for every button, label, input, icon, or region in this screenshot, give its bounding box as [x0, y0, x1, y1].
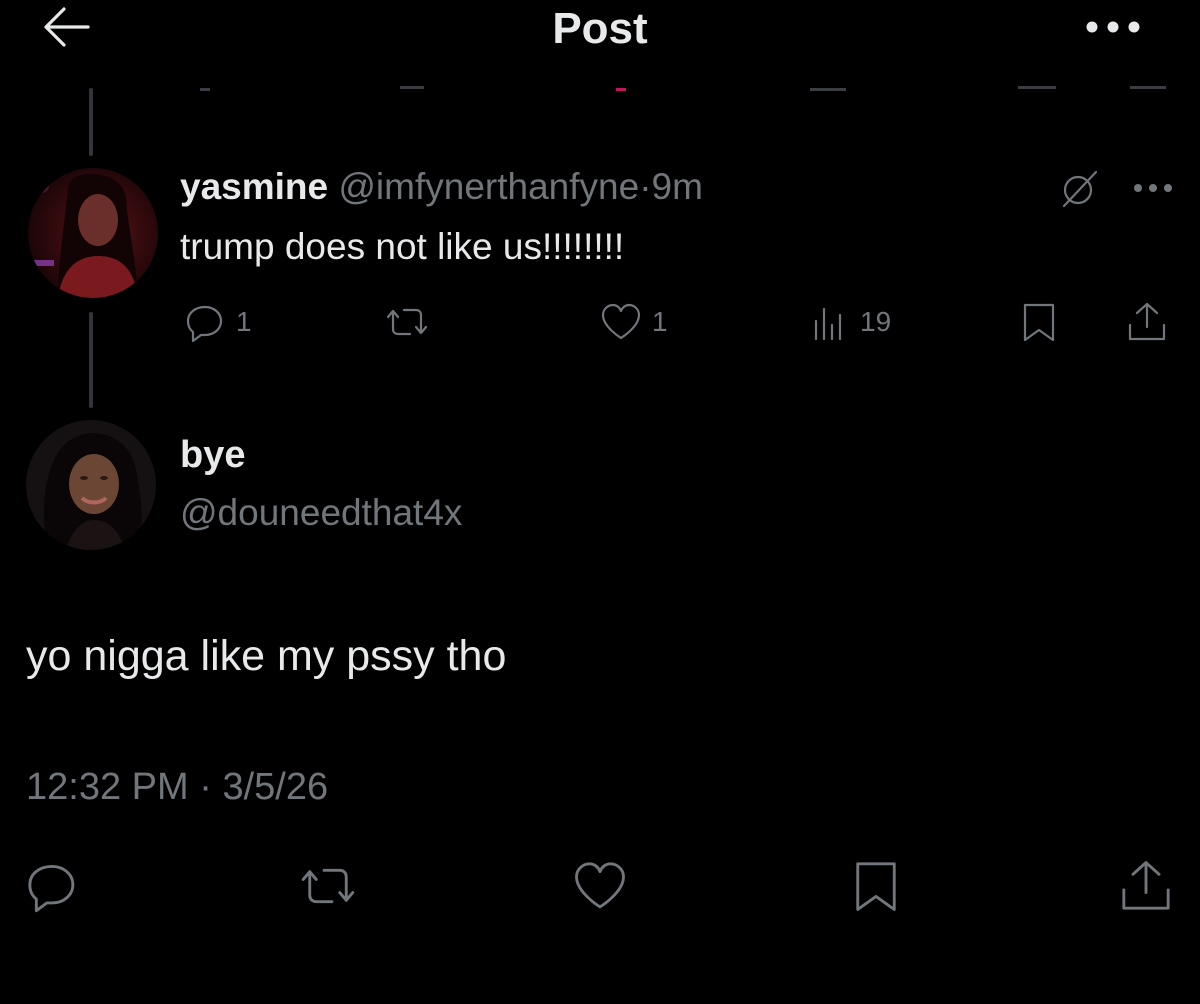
previous-post-fragment [400, 86, 424, 89]
bookmark-icon[interactable] [846, 856, 906, 916]
avatar[interactable] [26, 420, 156, 550]
previous-post-fragment [1130, 86, 1166, 89]
repost-button[interactable] [384, 298, 430, 346]
reply-icon[interactable] [22, 856, 82, 916]
reply-count: 1 [236, 306, 252, 337]
views-button[interactable]: 19 [806, 298, 891, 346]
post-time: 12:32 PM [26, 766, 189, 808]
previous-post-fragment [200, 88, 210, 91]
reply-icon [182, 299, 228, 345]
previous-post-fragment [1018, 86, 1056, 89]
share-icon[interactable] [1116, 856, 1176, 916]
more-options-icon[interactable] [1130, 176, 1176, 200]
more-options-icon[interactable] [1082, 14, 1144, 40]
view-count: 19 [860, 306, 892, 337]
share-button[interactable] [1124, 298, 1170, 346]
like-button[interactable]: 1 [598, 298, 668, 346]
display-name[interactable]: yasmine [180, 166, 328, 207]
heart-icon[interactable] [570, 856, 630, 916]
bookmark-button[interactable] [1016, 298, 1062, 346]
tweet-header: yasmine @imfynerthanfyne·9m [180, 166, 703, 208]
post-date: 3/5/26 [222, 766, 329, 808]
like-count: 1 [652, 306, 668, 337]
separator-dot: · [639, 166, 652, 207]
previous-post-fragment [616, 88, 626, 91]
user-handle[interactable]: @douneedthat4x [180, 492, 462, 534]
page-title: Post [552, 4, 648, 53]
repost-icon [384, 299, 430, 345]
post-time[interactable]: 9m [652, 166, 703, 207]
tweet-text: yo nigga like my pssy tho [26, 632, 507, 680]
thread-line-bottom [89, 312, 93, 408]
display-name[interactable]: bye [180, 434, 245, 477]
grok-icon[interactable] [1056, 166, 1102, 212]
thread-line-top [89, 88, 93, 156]
separator-dot: · [199, 766, 212, 808]
repost-icon[interactable] [298, 856, 358, 916]
share-icon [1124, 299, 1170, 345]
tweet-text: trump does not like us!!!!!!!! [180, 226, 625, 267]
avatar[interactable] [28, 168, 158, 298]
reply-button[interactable]: 1 [182, 298, 252, 346]
post-timestamp: 12:32 PM · 3/5/26 [26, 766, 328, 809]
bookmark-icon [1016, 299, 1062, 345]
user-handle[interactable]: @imfynerthanfyne [338, 166, 639, 207]
bar-chart-icon [806, 299, 852, 345]
previous-post-fragment [810, 88, 846, 91]
heart-icon [598, 299, 644, 345]
